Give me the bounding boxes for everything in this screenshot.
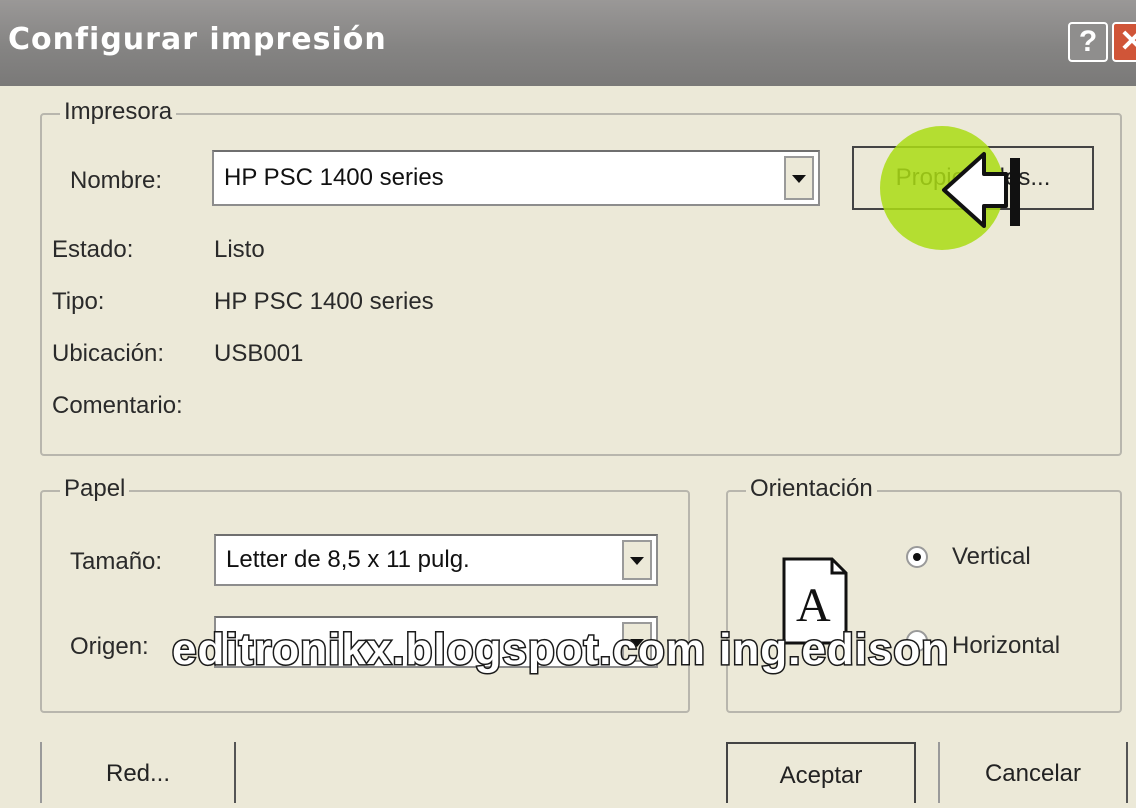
- size-label: Tamaño:: [70, 548, 163, 575]
- cancel-button[interactable]: Cancelar: [938, 742, 1128, 803]
- pointer-cursor-icon: [942, 152, 1020, 228]
- help-button[interactable]: ?: [1068, 22, 1108, 62]
- ok-button[interactable]: Aceptar: [726, 742, 916, 803]
- paper-size-select[interactable]: Letter de 8,5 x 11 pulg.: [214, 534, 658, 586]
- watermark: editronikx.blogspot.com ing.edison: [170, 624, 950, 676]
- printer-group-label: Impresora: [60, 98, 177, 126]
- cancel-button-label: Cancelar: [984, 760, 1082, 787]
- network-button-label: Red...: [105, 760, 171, 787]
- ok-button-label: Aceptar: [779, 762, 863, 789]
- orientation-group-label: Orientación: [746, 475, 877, 503]
- location-label: Ubicación:: [52, 340, 165, 367]
- printer-name-label: Nombre:: [70, 167, 163, 194]
- status-label: Estado:: [52, 236, 134, 263]
- source-label: Origen:: [70, 633, 149, 660]
- printer-name-value: HP PSC 1400 series: [224, 164, 444, 191]
- type-label: Tipo:: [52, 288, 105, 315]
- close-button[interactable]: ✕: [1112, 22, 1136, 62]
- orientation-horizontal-label[interactable]: Horizontal: [952, 632, 1060, 660]
- orientation-vertical-radio[interactable]: [906, 546, 928, 568]
- comment-label: Comentario:: [52, 392, 183, 419]
- chevron-down-icon[interactable]: [784, 156, 814, 200]
- chevron-down-icon[interactable]: [622, 540, 652, 580]
- help-icon: ?: [1078, 25, 1098, 58]
- paper-size-value: Letter de 8,5 x 11 pulg.: [226, 546, 470, 573]
- close-icon: ✕: [1119, 25, 1136, 58]
- window-title: Configurar impresión: [8, 22, 387, 57]
- paper-group: Papel: [40, 475, 690, 713]
- network-button[interactable]: Red...: [40, 742, 236, 803]
- title-bar: Configurar impresión ? ✕: [0, 0, 1136, 86]
- printer-name-select[interactable]: HP PSC 1400 series: [212, 150, 820, 206]
- orientation-vertical-label[interactable]: Vertical: [952, 543, 1031, 571]
- status-value: Listo: [214, 236, 265, 263]
- location-value: USB001: [214, 340, 304, 367]
- paper-group-label: Papel: [60, 475, 130, 503]
- type-value: HP PSC 1400 series: [214, 288, 434, 315]
